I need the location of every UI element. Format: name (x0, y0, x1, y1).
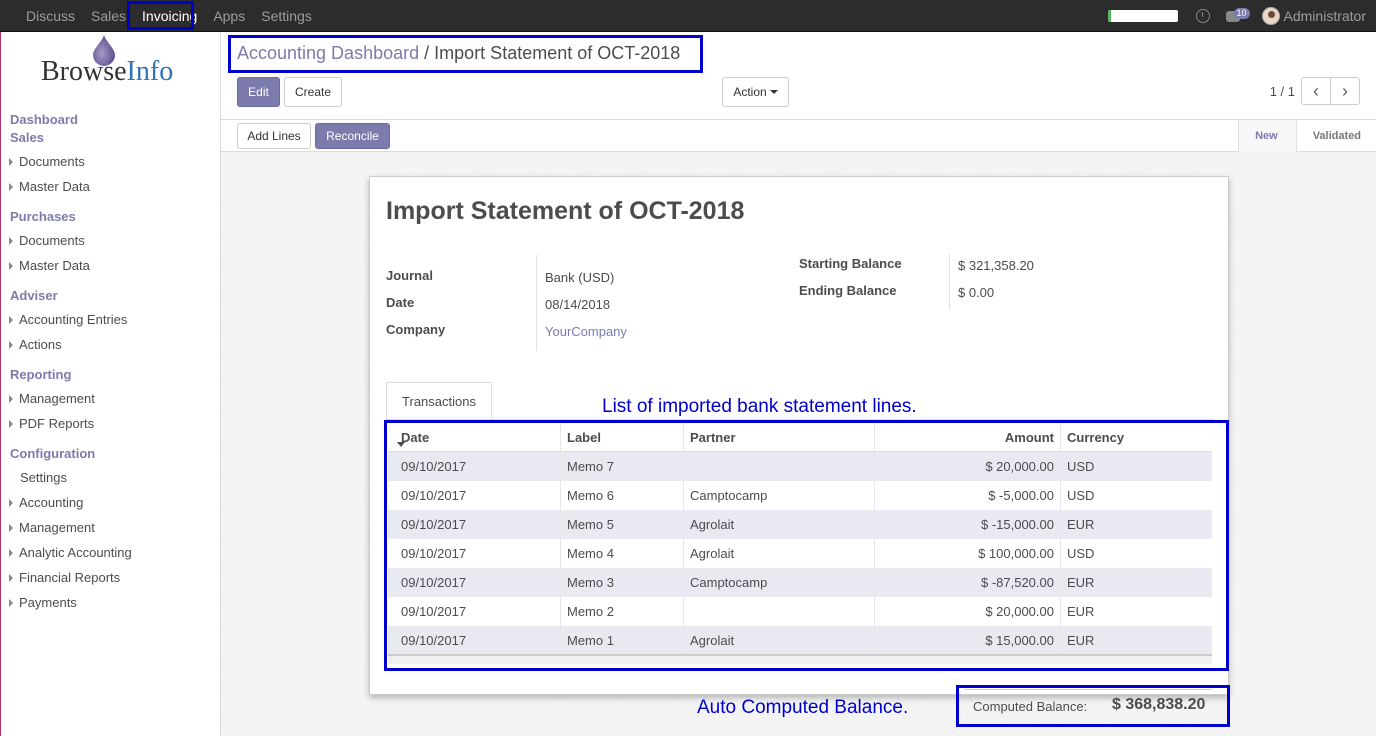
caret-right-icon (9, 395, 13, 403)
sidebar-section-reporting[interactable]: Reporting (10, 367, 230, 382)
chevron-right-icon: › (1342, 81, 1348, 101)
menu-apps[interactable]: Apps (205, 0, 253, 32)
balance-annotation: Auto Computed Balance. (697, 697, 909, 718)
caret-down-icon (769, 90, 778, 94)
user-avatar[interactable] (1261, 7, 1280, 25)
sidebar-item-financial-reports[interactable]: Financial Reports (9, 570, 229, 585)
sidebar-item-settings[interactable]: Settings (20, 470, 240, 485)
balance-highlight-box (956, 685, 1230, 727)
sidebar-item-master-data[interactable]: Master Data (9, 179, 229, 194)
pager-next-button[interactable]: › (1330, 77, 1360, 105)
control-panel: Accounting Dashboard / Import Statement … (221, 32, 1376, 153)
table-highlight-box (384, 420, 1229, 671)
caret-right-icon (9, 341, 13, 349)
field-separator (949, 254, 950, 310)
company-label: Company (386, 322, 446, 337)
sidebar-item-analytic-accounting[interactable]: Analytic Accounting (9, 545, 229, 560)
activity-clock-icon[interactable] (1195, 9, 1210, 23)
caret-right-icon (9, 183, 13, 191)
status-step-validated[interactable]: Validated (1295, 120, 1376, 153)
ending-balance-value: $ 0.00 (958, 285, 995, 300)
caret-right-icon (9, 499, 13, 507)
browseinfo-logo: BrowseInfo (39, 34, 189, 90)
date-value: 08/14/2018 (545, 297, 611, 312)
top-navbar: Discuss Sales Invoicing Apps Settings 10… (0, 0, 1376, 32)
sidebar-item-label: Payments (19, 595, 77, 610)
table-annotation: List of imported bank statement lines. (602, 396, 917, 417)
progress-fill (1107, 10, 1112, 22)
sidebar-item-accounting[interactable]: Accounting (9, 495, 229, 510)
sidebar-item-management[interactable]: Management (9, 391, 229, 406)
starting-balance-value: $ 321,358.20 (958, 258, 1034, 273)
form-statusbar: Add Lines Reconcile New Validated (221, 119, 1376, 153)
invoicing-highlight-box (127, 1, 194, 30)
journal-label: Journal (386, 268, 433, 283)
sidebar-section-adviser[interactable]: Adviser (10, 288, 230, 303)
sidebar-item-label: Master Data (19, 258, 90, 273)
sidebar-item-payments[interactable]: Payments (9, 595, 229, 610)
sidebar-item-label: Documents (19, 233, 85, 248)
caret-right-icon (9, 524, 13, 532)
sidebar-section-purchases[interactable]: Purchases (10, 209, 230, 224)
chat-badge: 10 (1233, 7, 1250, 19)
sidebar-section-dashboard[interactable]: Dashboard (10, 112, 230, 127)
caret-right-icon (9, 549, 13, 557)
sidebar-item-master-data[interactable]: Master Data (9, 258, 229, 273)
pager-previous-button[interactable]: ‹ (1301, 77, 1331, 105)
sidebar-item-management[interactable]: Management (9, 520, 229, 535)
sidebar-item-label: Management (19, 391, 95, 406)
caret-right-icon (9, 158, 13, 166)
action-label: Action (733, 85, 767, 99)
reconcile-button[interactable]: Reconcile (315, 123, 390, 149)
setup-progress-bar[interactable] (1107, 10, 1178, 22)
field-separator (536, 255, 537, 351)
action-dropdown[interactable]: Action (722, 77, 789, 107)
sidebar-item-pdf-reports[interactable]: PDF Reports (9, 416, 229, 431)
status-step-new[interactable]: New (1238, 120, 1296, 153)
edit-button[interactable]: Edit (237, 77, 280, 107)
sidebar-item-label: Analytic Accounting (19, 545, 132, 560)
sidebar-item-label: PDF Reports (19, 416, 95, 431)
sidebar-item-actions[interactable]: Actions (9, 337, 229, 352)
caret-right-icon (9, 262, 13, 270)
menu-settings[interactable]: Settings (253, 0, 320, 32)
sidebar-item-accounting-entries[interactable]: Accounting Entries (9, 312, 229, 327)
status-steps: New Validated (1238, 120, 1376, 153)
sidebar-item-label: Management (19, 520, 95, 535)
topbar-right: 10 Administrator (1107, 0, 1366, 32)
record-title: Import Statement of OCT-2018 (386, 197, 745, 225)
company-link[interactable]: YourCompany (545, 324, 627, 339)
caret-right-icon (9, 316, 13, 324)
sidebar-item-label: Master Data (19, 179, 90, 194)
caret-right-icon (9, 574, 13, 582)
logo-wordmark: BrowseInfo (41, 56, 174, 87)
menu-discuss[interactable]: Discuss (18, 0, 83, 32)
create-button[interactable]: Create (284, 77, 342, 107)
caret-right-icon (9, 599, 13, 607)
sidebar: BrowseInfo Dashboard Sales Documents Master… (0, 32, 221, 736)
pager-value[interactable]: 1 / 1 (1270, 84, 1295, 99)
caret-right-icon (9, 237, 13, 245)
sidebar-item-label: Accounting (19, 495, 84, 510)
journal-value: Bank (USD) (545, 270, 615, 285)
sidebar-item-label: Documents (19, 154, 85, 169)
sidebar-section-configuration[interactable]: Configuration (10, 446, 230, 461)
date-label: Date (386, 295, 415, 310)
breadcrumb-highlight-box (228, 35, 703, 73)
chat-icon[interactable]: 10 (1225, 7, 1250, 22)
caret-right-icon (9, 420, 13, 428)
add-lines-button[interactable]: Add Lines (237, 123, 311, 149)
sidebar-section-sales[interactable]: Sales (10, 130, 230, 145)
sidebar-item-documents[interactable]: Documents (9, 154, 229, 169)
sidebar-item-label: Accounting Entries (19, 312, 128, 327)
user-name[interactable]: Administrator (1284, 8, 1366, 24)
sidebar-item-label: Settings (20, 470, 67, 485)
ending-balance-label: Ending Balance (799, 283, 897, 298)
chevron-left-icon: ‹ (1313, 81, 1319, 101)
starting-balance-label: Starting Balance (799, 256, 902, 271)
sidebar-item-documents[interactable]: Documents (9, 233, 229, 248)
sidebar-item-label: Actions (19, 337, 62, 352)
sidebar-item-label: Financial Reports (19, 570, 121, 585)
tab-transactions[interactable]: Transactions (386, 382, 492, 419)
